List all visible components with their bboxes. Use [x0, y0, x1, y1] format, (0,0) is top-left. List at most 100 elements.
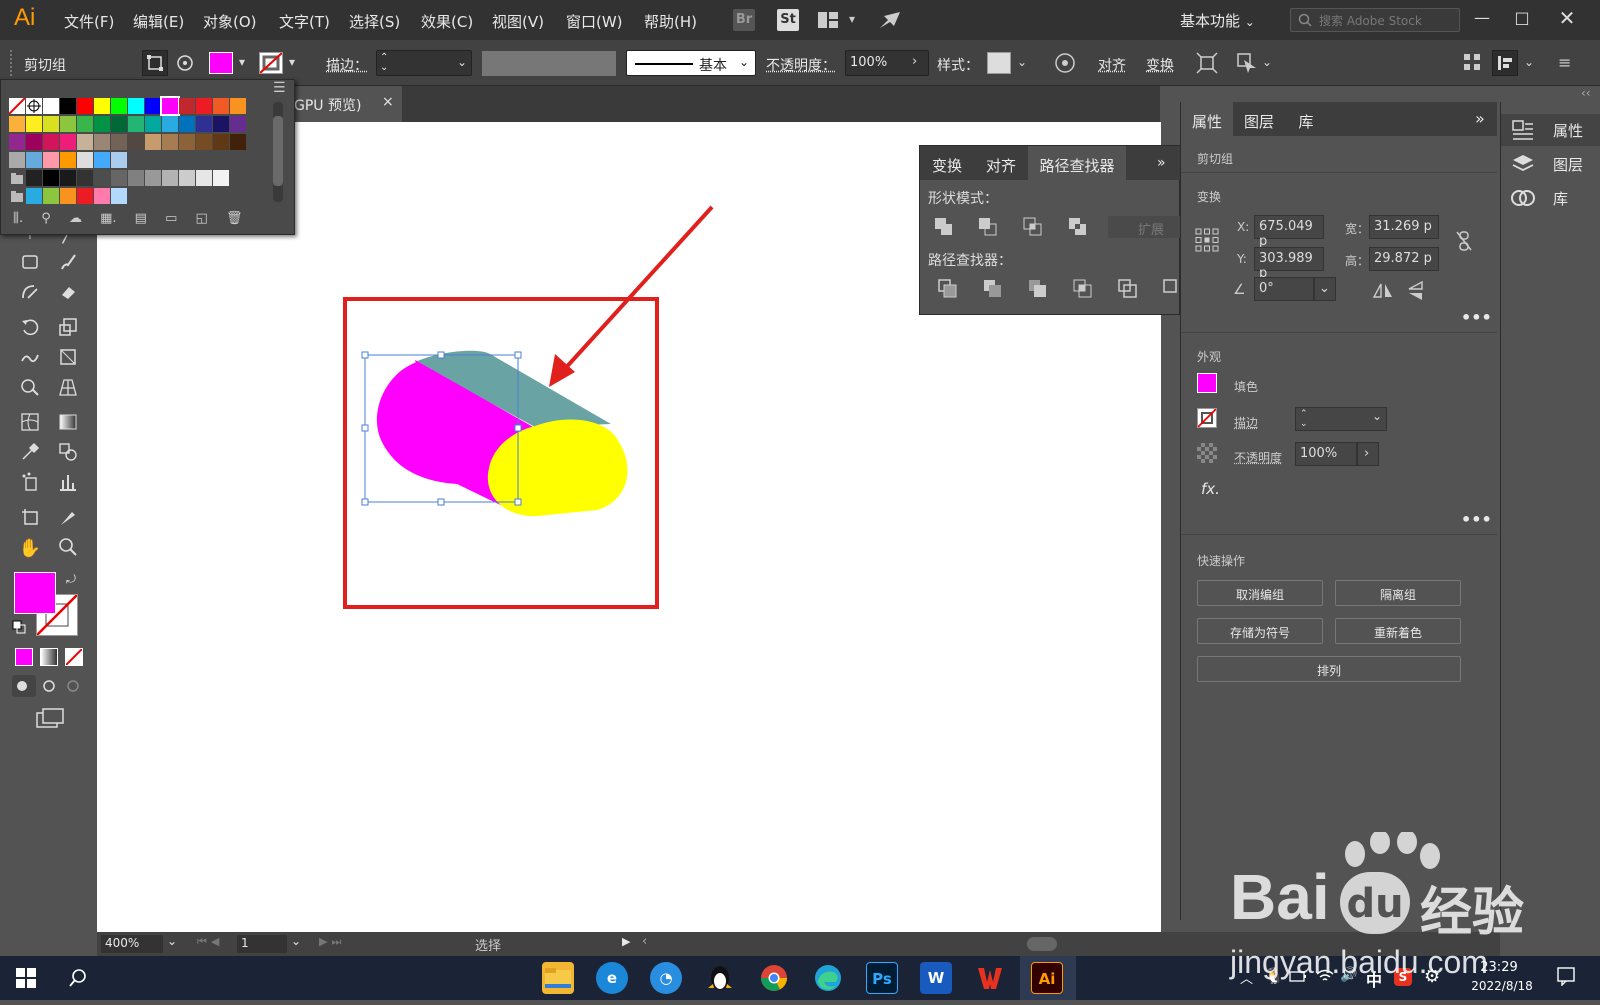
- workspace-switcher[interactable]: 基本功能 ⌄: [1180, 10, 1255, 31]
- color-swatch[interactable]: [145, 134, 161, 150]
- color-swatch[interactable]: [60, 134, 76, 150]
- menu-type[interactable]: 文字(T): [279, 11, 330, 32]
- crop-icon[interactable]: [1073, 279, 1093, 299]
- color-swatch[interactable]: [179, 98, 195, 114]
- color-swatch[interactable]: [111, 98, 127, 114]
- artboard-number-field[interactable]: 1: [237, 935, 287, 953]
- color-swatch[interactable]: [94, 98, 110, 114]
- color-swatch[interactable]: [111, 134, 127, 150]
- gpu-performance-icon[interactable]: [878, 10, 902, 30]
- color-swatch[interactable]: [77, 170, 93, 186]
- grip-handle[interactable]: [10, 50, 14, 76]
- zoom-tool-icon[interactable]: [56, 537, 80, 561]
- edit-contents-icon[interactable]: [174, 52, 196, 74]
- warp-tool-icon[interactable]: [18, 347, 42, 371]
- color-swatch[interactable]: [26, 170, 42, 186]
- stock-icon[interactable]: St: [777, 9, 799, 31]
- merge-icon[interactable]: [1028, 279, 1048, 299]
- color-group-folder-icon[interactable]: [9, 188, 25, 204]
- rotation-dropdown[interactable]: ⌄: [1314, 277, 1336, 301]
- tab-properties[interactable]: 属性: [1181, 102, 1233, 136]
- edge-icon[interactable]: [812, 962, 844, 994]
- stepper-icon[interactable]: ⌃ ⌄: [380, 53, 388, 73]
- color-swatch[interactable]: [196, 98, 212, 114]
- tab-layers[interactable]: 图层: [1235, 102, 1283, 136]
- scale-tool-icon[interactable]: [56, 317, 80, 341]
- color-swatch[interactable]: [145, 170, 161, 186]
- color-swatch[interactable]: [213, 170, 229, 186]
- variable-width-profile[interactable]: [482, 51, 616, 76]
- swatch-kind-icon[interactable]: ⚲: [41, 211, 51, 226]
- color-swatch[interactable]: [26, 152, 42, 168]
- trash-icon[interactable]: 🗑: [226, 211, 243, 226]
- color-swatch[interactable]: [162, 116, 178, 132]
- artboard-tool-icon[interactable]: [18, 507, 42, 531]
- free-transform-tool-icon[interactable]: [56, 347, 80, 371]
- color-swatch[interactable]: [111, 188, 127, 204]
- reference-point-icon[interactable]: [1195, 228, 1219, 252]
- panel-expand-icon[interactable]: »: [1475, 109, 1485, 128]
- panel-menu-icon[interactable]: ≡: [1558, 53, 1571, 72]
- panel-expand-icon[interactable]: »: [1157, 155, 1166, 171]
- more-options-icon[interactable]: •••: [1461, 510, 1492, 529]
- chevron-down-icon[interactable]: ⌄: [291, 934, 301, 948]
- chevron-down-icon[interactable]: ⌄: [1372, 409, 1382, 423]
- color-swatch[interactable]: [179, 134, 195, 150]
- document-tab[interactable]: GPU 预览) ×: [290, 86, 402, 122]
- edit-clipping-path-icon[interactable]: [142, 50, 168, 76]
- exclude-icon[interactable]: [1068, 217, 1088, 237]
- arrange-panels-icon[interactable]: [1464, 54, 1480, 70]
- color-swatch[interactable]: [94, 170, 110, 186]
- chrome-icon[interactable]: [758, 962, 790, 994]
- recolor-button[interactable]: 重新着色: [1335, 618, 1461, 644]
- stepper-icon[interactable]: ⌃ ⌄: [1300, 409, 1308, 429]
- word-icon[interactable]: W: [920, 962, 952, 994]
- perspective-grid-tool-icon[interactable]: [56, 377, 80, 401]
- qq-penguin-icon[interactable]: [704, 962, 736, 994]
- stock-search-input[interactable]: 搜索 Adobe Stock: [1290, 8, 1460, 32]
- recolor-artwork-icon[interactable]: [1054, 52, 1076, 74]
- draw-behind-icon[interactable]: [39, 675, 61, 697]
- divide-icon[interactable]: [938, 279, 958, 299]
- status-menu-icon[interactable]: ▶: [622, 935, 630, 948]
- menu-object[interactable]: 对象(O): [203, 11, 257, 32]
- new-folder-icon[interactable]: ▭: [165, 211, 177, 226]
- next-last-artboard-icon[interactable]: ▶⏭: [319, 935, 345, 949]
- slice-tool-icon[interactable]: [56, 507, 80, 531]
- gradient-mode-icon[interactable]: [40, 648, 58, 666]
- blend-tool-icon[interactable]: [56, 442, 80, 466]
- color-swatch[interactable]: [94, 134, 110, 150]
- search-icon[interactable]: [68, 968, 88, 988]
- scrollbar-thumb[interactable]: [273, 116, 283, 186]
- fx-effects-icon[interactable]: fx.: [1201, 480, 1220, 498]
- color-swatch[interactable]: [26, 188, 42, 204]
- constrain-proportions-icon[interactable]: [1455, 230, 1473, 252]
- screen-mode-icon[interactable]: [36, 708, 64, 728]
- color-swatch[interactable]: [77, 134, 93, 150]
- color-swatch[interactable]: [43, 152, 59, 168]
- close-window-button[interactable]: ✕: [1545, 4, 1589, 34]
- color-mode-icon[interactable]: [15, 648, 33, 666]
- stroke-weight-field[interactable]: ⌃ ⌄ ⌄: [376, 50, 472, 76]
- color-swatch[interactable]: [9, 116, 25, 132]
- color-swatch[interactable]: [94, 152, 110, 168]
- default-colors-icon[interactable]: [12, 620, 26, 634]
- color-group-folder-icon[interactable]: [9, 170, 25, 186]
- color-group-icon[interactable]: ▤: [135, 211, 147, 226]
- color-swatch[interactable]: [179, 170, 195, 186]
- new-swatch-icon[interactable]: ◱: [196, 211, 208, 226]
- stroke-weight-field[interactable]: ⌃ ⌄ ⌄: [1295, 407, 1387, 431]
- color-swatch[interactable]: [128, 98, 144, 114]
- symbol-sprayer-tool-icon[interactable]: [18, 472, 42, 496]
- color-swatch[interactable]: [111, 116, 127, 132]
- color-swatch[interactable]: [43, 134, 59, 150]
- chevron-right-icon[interactable]: ›: [912, 54, 917, 69]
- chevron-down-icon[interactable]: ⌄: [1017, 55, 1027, 69]
- width-field[interactable]: 31.269 p: [1369, 215, 1439, 239]
- menu-edit[interactable]: 编辑(E): [133, 11, 184, 32]
- eraser-tool-icon[interactable]: [56, 282, 80, 306]
- swatch-options-icon[interactable]: ▦.: [100, 211, 116, 226]
- isolate-icon[interactable]: [1196, 52, 1218, 74]
- color-swatch[interactable]: [60, 188, 76, 204]
- color-swatch[interactable]: [43, 98, 59, 114]
